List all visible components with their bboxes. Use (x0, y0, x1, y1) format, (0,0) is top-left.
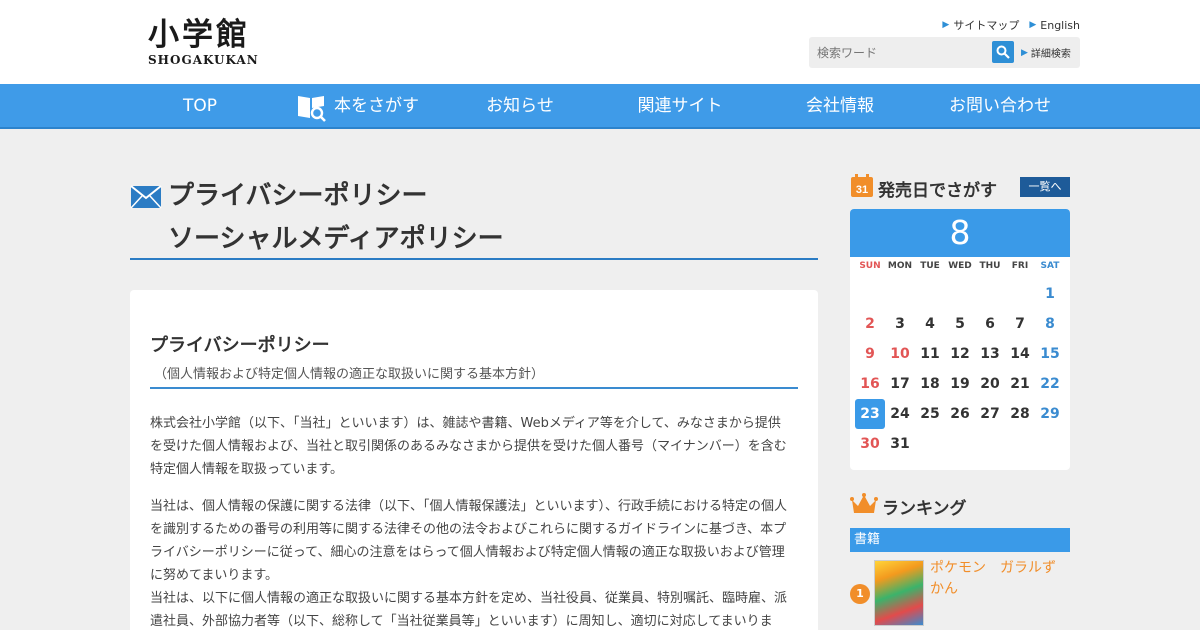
calendar-day[interactable]: 10 (885, 339, 915, 369)
nav-item-related-sites[interactable]: 関連サイト (620, 84, 740, 129)
calendar-day[interactable]: 7 (1005, 309, 1035, 339)
logo-roman: SHOGAKUKAN (148, 53, 259, 67)
calendar-day[interactable]: 6 (975, 309, 1005, 339)
calendar-day[interactable]: 31 (885, 429, 915, 459)
calendar-day[interactable]: 12 (945, 339, 975, 369)
calendar-day[interactable]: 3 (885, 309, 915, 339)
mail-icon (130, 185, 162, 209)
utility-links: ▶ サイトマップ ▶ English (942, 17, 1080, 33)
calendar-day[interactable]: 26 (945, 399, 975, 429)
calendar-day[interactable]: 14 (1005, 339, 1035, 369)
calendar-day[interactable]: 1 (1035, 279, 1065, 309)
calendar-day[interactable]: 4 (915, 309, 945, 339)
release-calendar: 8 SUN MON TUE WED THU FRI SAT 1 2 3 4 5 6 7 8 9 10 11 12 13… (850, 209, 1070, 470)
calendar-day[interactable]: 25 (915, 399, 945, 429)
weekday-label: FRI (1011, 261, 1029, 271)
calendar-day[interactable]: 15 (1035, 339, 1065, 369)
triangle-right-icon: ▶ (942, 20, 950, 30)
search-button[interactable] (992, 41, 1014, 63)
book-search-icon (298, 95, 326, 122)
triangle-right-icon: ▶ (1021, 47, 1028, 58)
calendar-day[interactable]: 23 (855, 399, 885, 429)
weekday-label: SUN (859, 261, 881, 271)
page-title: プライバシーポリシー ソーシャルメディアポリシー (168, 175, 504, 261)
heading-divider (150, 387, 798, 389)
advanced-search-label: 詳細検索 (1030, 49, 1071, 60)
nav-item-contact[interactable]: お問い合わせ (930, 84, 1070, 129)
triangle-right-icon: ▶ (1029, 20, 1037, 30)
search-input[interactable] (813, 41, 997, 64)
article-paragraph: 株式会社小学館（以下、「当社」といいます）は、雑誌や書籍、Webメディア等を介し… (150, 416, 787, 477)
nav-find-books-label: 本をさがす (334, 96, 419, 116)
calendar-icon: 31 (851, 174, 873, 197)
article-paragraph: 当社は、個人情報の保護に関する法律（以下、「個人情報保護法」といいます）、行政手… (150, 499, 788, 583)
advanced-search-link[interactable]: ▶ 詳細検索 (1021, 45, 1071, 61)
ranking-tab-books[interactable]: 書籍 (850, 528, 1070, 552)
calendar-day[interactable]: 24 (885, 399, 915, 429)
article-paragraph: 当社は、以下に個人情報の適正な取扱いに関する基本方針を定め、当社役員、従業員、特… (150, 591, 788, 629)
calendar-day[interactable]: 29 (1035, 399, 1065, 429)
page-title-line1: プライバシーポリシー (168, 181, 428, 211)
book-cover-image[interactable] (874, 560, 924, 626)
site-header: 小学館 SHOGAKUKAN ▶サイトマップ ▶English ▶ 詳細検索 (0, 0, 1200, 84)
weekday-label: THU (979, 261, 1001, 271)
sitemap-link[interactable]: ▶ サイトマップ (942, 17, 1019, 33)
calendar-list-button[interactable]: 一覧へ (1020, 177, 1070, 197)
calendar-day[interactable]: 30 (855, 429, 885, 459)
weekday-label: MON (887, 261, 913, 271)
calendar-day[interactable]: 13 (975, 339, 1005, 369)
calendar-day[interactable]: 8 (1035, 309, 1065, 339)
rank-badge: 1 (850, 584, 870, 604)
weekday-label: WED (948, 261, 972, 271)
site-logo[interactable]: 小学館 SHOGAKUKAN (148, 18, 259, 67)
weekday-label: SAT (1040, 261, 1060, 271)
calendar-day[interactable]: 22 (1035, 369, 1065, 399)
search-box: ▶ 詳細検索 (809, 37, 1080, 68)
nav-item-find-books[interactable]: 本をさがす (296, 84, 436, 129)
page-title-block: プライバシーポリシー ソーシャルメディアポリシー (130, 175, 818, 260)
calendar-day[interactable]: 2 (855, 309, 885, 339)
calendar-icon-day: 31 (856, 184, 868, 196)
calendar-day[interactable]: 27 (975, 399, 1005, 429)
article-heading: プライバシーポリシー (150, 335, 330, 356)
search-icon (996, 45, 1010, 59)
calendar-day[interactable]: 5 (945, 309, 975, 339)
calendar-day[interactable]: 21 (1005, 369, 1035, 399)
sitemap-label: サイトマップ (953, 19, 1020, 32)
article-card: プライバシーポリシー （個人情報および特定個人情報の適正な取扱いに関する基本方針… (130, 290, 818, 630)
calendar-day[interactable]: 20 (975, 369, 1005, 399)
calendar-day[interactable]: 9 (855, 339, 885, 369)
nav-item-company[interactable]: 会社情報 (790, 84, 890, 129)
weekday-label: TUE (920, 261, 940, 271)
nav-item-news[interactable]: お知らせ (470, 84, 570, 129)
page-title-line2: ソーシャルメディアポリシー (168, 224, 504, 254)
calendar-day[interactable]: 28 (1005, 399, 1035, 429)
ranking-heading: ランキング (882, 499, 967, 519)
logo-kanji: 小学館 (148, 17, 250, 53)
main-nav: TOP 本をさがす お知らせ 関連サイト 会社情報 お問い合わせ (0, 84, 1200, 129)
english-label: English (1040, 18, 1080, 32)
calendar-day[interactable]: 16 (855, 369, 885, 399)
nav-item-top[interactable]: TOP (160, 84, 240, 129)
calendar-day[interactable]: 19 (945, 369, 975, 399)
crown-icon (850, 493, 878, 513)
english-link[interactable]: ▶ English (1029, 17, 1080, 33)
ranking-book-title[interactable]: ポケモン ガラルずかん (930, 558, 1065, 600)
article-subheading: （個人情報および特定個人情報の適正な取扱いに関する基本方針） (154, 367, 545, 382)
calendar-day[interactable]: 11 (915, 339, 945, 369)
calendar-day[interactable]: 17 (885, 369, 915, 399)
calendar-day[interactable]: 18 (915, 369, 945, 399)
calendar-heading: 発売日でさがす (878, 181, 997, 201)
calendar-month: 8 (850, 209, 1070, 257)
